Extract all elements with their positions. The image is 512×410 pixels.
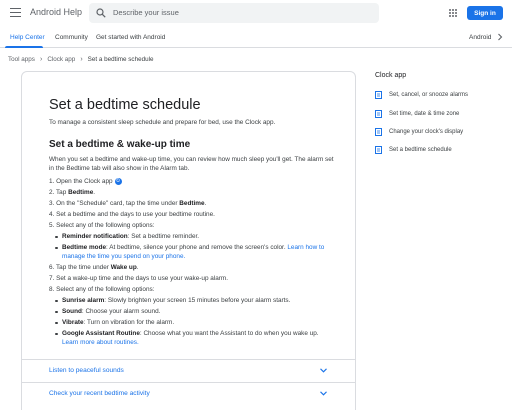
step-bold: Bedtime (179, 200, 205, 207)
active-tab-indicator (5, 46, 43, 48)
google-apps-icon[interactable] (449, 9, 457, 17)
breadcrumb: Tool apps › Clock app › Set a bedtime sc… (8, 56, 153, 63)
sidebar-item-bedtime[interactable]: Set a bedtime schedule (375, 146, 452, 154)
list-item: Sound: Choose your alarm sound. (55, 307, 334, 316)
article-content: Set a bedtime schedule To manage a consi… (49, 96, 334, 349)
sidebar-item-clock-display[interactable]: Change your clock's display (375, 128, 463, 136)
routines-link[interactable]: Learn more about routines. (62, 339, 139, 346)
tab-help-center[interactable]: Help Center (10, 34, 45, 41)
list-item: 6. Tap the time under Wake up. (49, 263, 334, 272)
sidebar-item-label: Set, cancel, or snooze alarms (389, 92, 469, 98)
list-item: Google Assistant Routine: Choose what yo… (55, 329, 334, 347)
document-icon (375, 146, 382, 154)
nav-bar: Help Center Community Get started with A… (0, 28, 512, 48)
clock-app-icon: ⏲ (114, 177, 122, 185)
step-text: 2. Tap (49, 189, 69, 196)
sidebar-item-label: Set a bedtime schedule (389, 147, 452, 153)
sidebar-item-time-date[interactable]: Set time, date & time zone (375, 110, 459, 118)
tab-get-started[interactable]: Get started with Android (96, 34, 165, 41)
step-text: . (204, 200, 207, 207)
breadcrumb-current: Set a bedtime schedule (87, 56, 154, 63)
app-title[interactable]: Android Help (30, 7, 82, 17)
tab-community[interactable]: Community (55, 34, 88, 41)
search-icon (96, 8, 106, 18)
option-text: : At bedtime, silence your phone and rem… (106, 244, 288, 251)
expander-peaceful-sounds[interactable]: Listen to peaceful sounds (22, 359, 355, 381)
chevron-right-icon: › (80, 56, 83, 63)
chevron-down-icon (320, 368, 327, 373)
options-list: Reminder notification: Set a bedtime rem… (55, 232, 334, 261)
breadcrumb-clock-app[interactable]: Clock app (47, 56, 75, 63)
list-item: Bedtime mode: At bedtime, silence your p… (55, 243, 334, 261)
list-item: 4. Set a bedtime and the days to use you… (49, 211, 215, 218)
steps-list: 1. Open the Clock app ⏲ 2. Tap Bedtime. 3… (49, 177, 334, 347)
list-item: 7. Set a wake-up time and the days to us… (49, 275, 229, 282)
list-item: 3. On the "Schedule" card, tap the time … (49, 199, 334, 208)
top-bar: Android Help Describe your issue Sign in (0, 0, 512, 26)
list-item: 8. Select any of the following options: … (49, 285, 334, 347)
option-text: : Slowly brighten your screen 15 minutes… (104, 297, 291, 304)
list-item: 1. Open the Clock app ⏲ (49, 177, 334, 186)
option-bold: Vibrate (62, 319, 84, 326)
document-icon (375, 91, 382, 99)
option-bold: Reminder notification (62, 233, 128, 240)
step-text: 6. Tap the time under (49, 264, 111, 271)
list-item: Vibrate: Turn on vibration for the alarm… (55, 318, 334, 327)
step-text: . (136, 264, 139, 271)
option-bold: Google Assistant Routine (62, 330, 140, 337)
section-heading: Set a bedtime & wake-up time (49, 139, 191, 150)
chevron-right-icon: › (39, 56, 43, 63)
option-text: : Turn on vibration for the alarm. (83, 319, 175, 326)
step-text: 1. Open the Clock app (49, 178, 113, 185)
search-input[interactable]: Describe your issue (89, 3, 379, 23)
list-item: 5. Select any of the following options: … (49, 221, 334, 261)
option-bold: Sunrise alarm (62, 297, 105, 304)
sidebar-item-label: Change your clock's display (389, 129, 464, 135)
page-title: Set a bedtime schedule (49, 97, 201, 113)
product-selector[interactable]: Android (469, 34, 491, 41)
expander-label: Check your recent bedtime activity (49, 390, 150, 397)
expander-label: Listen to peaceful sounds (49, 367, 124, 374)
option-bold: Bedtime mode (62, 244, 107, 251)
sidebar-item-label: Set time, date & time zone (389, 111, 460, 117)
step-text: . (93, 189, 96, 196)
section-paragraph: When you set a bedtime and wake-up time,… (49, 156, 334, 172)
options-list: Sunrise alarm: Slowly brighten your scre… (55, 296, 334, 347)
list-item: Sunrise alarm: Slowly brighten your scre… (55, 296, 334, 305)
expander-bedtime-activity[interactable]: Check your recent bedtime activity (22, 382, 355, 404)
option-text: : Choose your alarm sound. (81, 308, 161, 315)
article-card: Set a bedtime schedule To manage a consi… (21, 71, 356, 410)
option-text: : Set a bedtime reminder. (127, 233, 200, 240)
step-bold: Wake up (110, 264, 137, 271)
intro-text: To manage a consistent sleep schedule an… (49, 119, 276, 126)
hamburger-menu-icon[interactable] (10, 8, 21, 17)
step-bold: Bedtime (68, 189, 94, 196)
document-icon (375, 110, 382, 118)
list-item: Reminder notification: Set a bedtime rem… (55, 232, 334, 241)
step-text: 8. Select any of the following options: (49, 286, 155, 293)
step-text: 3. On the "Schedule" card, tap the time … (49, 200, 180, 207)
sign-in-button[interactable]: Sign in (467, 6, 503, 20)
list-item: 2. Tap Bedtime. (49, 188, 334, 197)
option-bold: Sound (62, 308, 82, 315)
breadcrumb-tool-apps[interactable]: Tool apps (8, 56, 35, 63)
sidebar-item-alarms[interactable]: Set, cancel, or snooze alarms (375, 91, 468, 99)
search-placeholder: Describe your issue (113, 8, 179, 17)
sidebar-title: Clock app (375, 72, 407, 79)
document-icon (375, 128, 382, 136)
step-text: 5. Select any of the following options: (49, 222, 155, 229)
option-text: : Choose what you want the Assistant to … (139, 330, 319, 337)
chevron-down-icon (320, 391, 327, 396)
chevron-right-icon[interactable] (496, 33, 504, 41)
